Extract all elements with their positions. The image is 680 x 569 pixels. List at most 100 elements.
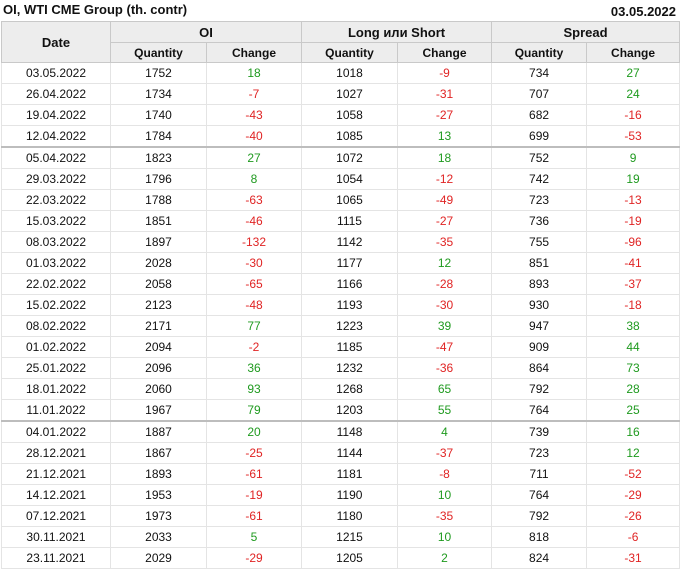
cell-oi-change: -46 <box>205 210 303 232</box>
cell-spread-change: 28 <box>586 378 680 400</box>
cell-ls-change: -37 <box>397 442 493 464</box>
cell-ls-quantity: 1072 <box>301 146 399 169</box>
cell-oi-change: -63 <box>205 189 303 211</box>
cell-oi-change: 5 <box>205 526 303 548</box>
column-header-ls-quantity: Quantity <box>301 42 399 63</box>
cell-date: 11.01.2022 <box>1 399 111 422</box>
cell-ls-change: 10 <box>397 526 493 548</box>
report-date: 03.05.2022 <box>610 4 676 19</box>
column-header-spread-change: Change <box>586 42 680 63</box>
cell-spread-change: 44 <box>586 336 680 358</box>
cell-oi-change: -65 <box>205 273 303 295</box>
cell-date: 08.03.2022 <box>1 231 111 253</box>
cell-oi-quantity: 2058 <box>110 273 207 295</box>
table-row: 05.04.2022 1823 27 1072 18 752 9 <box>1 146 680 169</box>
cell-date: 18.01.2022 <box>1 378 111 400</box>
cell-oi-change: 77 <box>205 315 303 337</box>
cell-spread-quantity: 792 <box>491 505 588 527</box>
cell-ls-quantity: 1190 <box>301 484 399 506</box>
cell-oi-quantity: 2171 <box>110 315 207 337</box>
cell-spread-change: -96 <box>586 231 680 253</box>
cell-spread-change: -53 <box>586 125 680 148</box>
column-group-spread: Spread <box>491 21 680 43</box>
cell-spread-change: 73 <box>586 357 680 379</box>
cell-date: 26.04.2022 <box>1 83 111 105</box>
table-row: 30.11.2021 2033 5 1215 10 818 -6 <box>1 526 680 548</box>
cell-oi-change: -61 <box>205 463 303 485</box>
cell-spread-change: -52 <box>586 463 680 485</box>
cell-ls-quantity: 1058 <box>301 104 399 126</box>
column-header-oi-quantity: Quantity <box>110 42 207 63</box>
cell-ls-change: -27 <box>397 104 493 126</box>
cell-spread-change: 16 <box>586 420 680 443</box>
cell-ls-change: -49 <box>397 189 493 211</box>
table-row: 15.02.2022 2123 -48 1193 -30 930 -18 <box>1 294 680 316</box>
cell-spread-quantity: 707 <box>491 83 588 105</box>
cell-date: 22.03.2022 <box>1 189 111 211</box>
cell-spread-change: 24 <box>586 83 680 105</box>
cell-spread-quantity: 893 <box>491 273 588 295</box>
cell-oi-quantity: 1893 <box>110 463 207 485</box>
table-row: 11.01.2022 1967 79 1203 55 764 25 <box>1 399 680 422</box>
cell-oi-change: 18 <box>205 62 303 84</box>
report-header: OI, WTI CME Group (th. contr) 03.05.2022 <box>0 0 680 20</box>
cell-ls-change: 13 <box>397 125 493 148</box>
cell-spread-change: -6 <box>586 526 680 548</box>
cell-date: 07.12.2021 <box>1 505 111 527</box>
cell-spread-change: -26 <box>586 505 680 527</box>
cell-ls-change: -27 <box>397 210 493 232</box>
cell-ls-quantity: 1054 <box>301 168 399 190</box>
cell-oi-quantity: 1734 <box>110 83 207 105</box>
cell-date: 08.02.2022 <box>1 315 111 337</box>
table-row: 14.12.2021 1953 -19 1190 10 764 -29 <box>1 484 680 506</box>
cell-spread-change: -41 <box>586 252 680 274</box>
cell-oi-change: -48 <box>205 294 303 316</box>
cell-date: 01.03.2022 <box>1 252 111 274</box>
table-row: 28.12.2021 1867 -25 1144 -37 723 12 <box>1 442 680 464</box>
cell-ls-change: 10 <box>397 484 493 506</box>
column-header-ls-change: Change <box>397 42 493 63</box>
cell-spread-quantity: 723 <box>491 442 588 464</box>
cell-ls-change: -9 <box>397 62 493 84</box>
cell-date: 15.02.2022 <box>1 294 111 316</box>
column-header-spread-quantity: Quantity <box>491 42 588 63</box>
cell-date: 29.03.2022 <box>1 168 111 190</box>
cell-ls-change: 4 <box>397 420 493 443</box>
cell-ls-change: 65 <box>397 378 493 400</box>
cell-oi-change: -2 <box>205 336 303 358</box>
cell-oi-quantity: 2096 <box>110 357 207 379</box>
cell-ls-change: 12 <box>397 252 493 274</box>
cell-date: 22.02.2022 <box>1 273 111 295</box>
cell-ls-quantity: 1065 <box>301 189 399 211</box>
cell-spread-change: -29 <box>586 484 680 506</box>
table-row: 19.04.2022 1740 -43 1058 -27 682 -16 <box>1 104 680 126</box>
cell-date: 14.12.2021 <box>1 484 111 506</box>
cell-oi-quantity: 1851 <box>110 210 207 232</box>
cell-spread-change: 38 <box>586 315 680 337</box>
cell-oi-quantity: 1887 <box>110 420 207 443</box>
cell-oi-quantity: 2123 <box>110 294 207 316</box>
cell-oi-change: 93 <box>205 378 303 400</box>
cell-ls-quantity: 1148 <box>301 420 399 443</box>
table-row: 01.03.2022 2028 -30 1177 12 851 -41 <box>1 252 680 274</box>
cell-ls-change: 55 <box>397 399 493 422</box>
cell-ls-quantity: 1177 <box>301 252 399 274</box>
cell-ls-quantity: 1180 <box>301 505 399 527</box>
cell-ls-change: -28 <box>397 273 493 295</box>
cell-spread-change: -18 <box>586 294 680 316</box>
cell-ls-quantity: 1215 <box>301 526 399 548</box>
cell-ls-quantity: 1142 <box>301 231 399 253</box>
cell-date: 01.02.2022 <box>1 336 111 358</box>
cell-oi-change: 79 <box>205 399 303 422</box>
cell-oi-quantity: 2094 <box>110 336 207 358</box>
cell-spread-change: 25 <box>586 399 680 422</box>
cell-date: 04.01.2022 <box>1 420 111 443</box>
cell-oi-quantity: 1897 <box>110 231 207 253</box>
table-row: 08.02.2022 2171 77 1223 39 947 38 <box>1 315 680 337</box>
cell-oi-quantity: 2028 <box>110 252 207 274</box>
cell-spread-change: 12 <box>586 442 680 464</box>
cell-date: 03.05.2022 <box>1 62 111 84</box>
cell-spread-quantity: 736 <box>491 210 588 232</box>
cell-ls-change: -30 <box>397 294 493 316</box>
cell-spread-quantity: 864 <box>491 357 588 379</box>
